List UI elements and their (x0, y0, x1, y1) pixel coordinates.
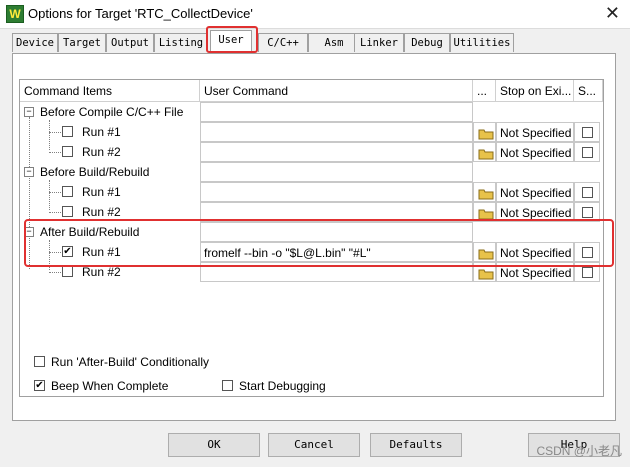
command-input[interactable] (200, 262, 473, 282)
app-icon: W (6, 5, 24, 23)
s-checkbox[interactable] (582, 187, 593, 198)
group-label: After Build/Rebuild (40, 225, 140, 239)
stop-on-exit-select[interactable]: Not Specified (496, 142, 574, 162)
browse-button[interactable] (473, 122, 496, 142)
browse-button[interactable] (473, 242, 496, 262)
header-browse[interactable]: ... (473, 80, 496, 102)
command-input[interactable] (200, 202, 473, 222)
run-checkbox[interactable] (62, 126, 73, 137)
command-input[interactable] (200, 182, 473, 202)
s-checkbox[interactable] (582, 147, 593, 158)
header-command-items[interactable]: Command Items (20, 80, 200, 102)
command-cell (200, 222, 473, 242)
run-after-build-label[interactable]: Run 'After-Build' Conditionally (51, 355, 209, 369)
folder-icon (478, 146, 494, 160)
folder-icon (478, 186, 494, 200)
stop-on-exit-select[interactable]: Not Specified (496, 242, 574, 262)
s-cell (574, 182, 600, 202)
collapse-icon[interactable]: − (24, 107, 34, 117)
stop-on-exit-select[interactable]: Not Specified (496, 202, 574, 222)
cancel-button[interactable]: Cancel (268, 433, 360, 457)
s-cell (574, 242, 600, 262)
tab-asm[interactable]: Asm (308, 33, 360, 52)
watermark: CSDN @小老凡 (536, 444, 622, 458)
run-after-build-checkbox[interactable] (34, 356, 45, 367)
browse-button[interactable] (473, 182, 496, 202)
beep-checkbox[interactable]: ✔ (34, 380, 45, 391)
run-checkbox[interactable]: ✔ (62, 246, 73, 257)
tab-device[interactable]: Device (12, 33, 58, 52)
browse-button[interactable] (473, 142, 496, 162)
command-input[interactable] (200, 122, 473, 142)
folder-icon (478, 206, 494, 220)
command-cell (200, 162, 473, 182)
run-row: Run #1 Not Specified (20, 122, 603, 142)
run-label: Run #1 (82, 125, 121, 139)
tab-debug[interactable]: Debug (404, 33, 450, 52)
run-row: Run #1 Not Specified (20, 182, 603, 202)
run-row: ✔ Run #1 fromelf --bin -o "$L@L.bin" "#L… (20, 242, 603, 262)
browse-button[interactable] (473, 202, 496, 222)
s-cell (574, 142, 600, 162)
group-row: − Before Compile C/C++ File (20, 102, 603, 122)
run-label: Run #1 (82, 185, 121, 199)
group-label: Before Build/Rebuild (40, 165, 150, 179)
s-cell (574, 202, 600, 222)
tab-target[interactable]: Target (58, 33, 106, 52)
command-grid: Command Items User Command ... Stop on E… (19, 79, 604, 397)
run-label: Run #2 (82, 145, 121, 159)
folder-icon (478, 246, 494, 260)
command-input[interactable] (200, 142, 473, 162)
s-checkbox[interactable] (582, 127, 593, 138)
header-s[interactable]: S... (574, 80, 603, 102)
run-label: Run #1 (82, 245, 121, 259)
run-checkbox[interactable] (62, 266, 73, 277)
tab-cpp[interactable]: C/C++ (258, 33, 308, 52)
tab-utilities[interactable]: Utilities (450, 33, 514, 52)
s-checkbox[interactable] (582, 247, 593, 258)
run-row: Run #2 Not Specified (20, 142, 603, 162)
stop-on-exit-select[interactable]: Not Specified (496, 122, 574, 142)
collapse-icon[interactable]: − (24, 227, 34, 237)
close-icon[interactable]: ✕ (605, 3, 620, 24)
start-debugging-checkbox[interactable] (222, 380, 233, 391)
start-debugging-label[interactable]: Start Debugging (239, 379, 326, 393)
tab-listing[interactable]: Listing (154, 33, 208, 52)
run-checkbox[interactable] (62, 186, 73, 197)
run-row: Run #2 Not Specified (20, 262, 603, 282)
run-checkbox[interactable] (62, 146, 73, 157)
run-checkbox[interactable] (62, 206, 73, 217)
header-user-command[interactable]: User Command (200, 80, 473, 102)
folder-icon (478, 266, 494, 280)
s-cell (574, 122, 600, 142)
group-label: Before Compile C/C++ File (40, 105, 184, 119)
run-row: Run #2 Not Specified (20, 202, 603, 222)
beep-label[interactable]: Beep When Complete (51, 379, 168, 393)
s-checkbox[interactable] (582, 267, 593, 278)
folder-icon (478, 126, 494, 140)
window-title: Options for Target 'RTC_CollectDevice' (28, 6, 253, 21)
tab-linker[interactable]: Linker (354, 33, 404, 52)
run-label: Run #2 (82, 265, 121, 279)
command-cell (200, 102, 473, 122)
stop-on-exit-select[interactable]: Not Specified (496, 182, 574, 202)
group-row: − After Build/Rebuild (20, 222, 603, 242)
browse-button[interactable] (473, 262, 496, 282)
command-input[interactable]: fromelf --bin -o "$L@L.bin" "#L" (200, 242, 473, 262)
tab-output[interactable]: Output (106, 33, 154, 52)
title-bar: W Options for Target 'RTC_CollectDevice'… (0, 0, 630, 29)
s-cell (574, 262, 600, 282)
ok-button[interactable]: OK (168, 433, 260, 457)
collapse-icon[interactable]: − (24, 167, 34, 177)
run-label: Run #2 (82, 205, 121, 219)
s-checkbox[interactable] (582, 207, 593, 218)
group-row: − Before Build/Rebuild (20, 162, 603, 182)
defaults-button[interactable]: Defaults (370, 433, 462, 457)
tab-user[interactable]: User (210, 30, 252, 52)
stop-on-exit-select[interactable]: Not Specified (496, 262, 574, 282)
header-stop-on-exit[interactable]: Stop on Exi... (496, 80, 574, 102)
